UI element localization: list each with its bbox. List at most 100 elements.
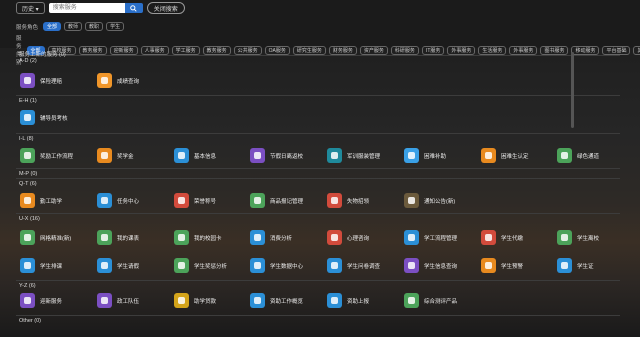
service-item[interactable]: 失物招领 [327,193,369,208]
service-item[interactable]: 学生数据中心 [250,258,303,273]
service-item[interactable]: 学生代缴 [481,230,523,245]
category-chip[interactable]: 迎新服务 [109,45,138,55]
category-chip[interactable]: 研究生服务 [292,45,326,55]
category-chip[interactable]: 图书服务 [540,45,569,55]
service-label: 任务中心 [117,198,140,205]
category-chip[interactable]: 其他服务 [633,45,640,55]
service-item[interactable]: 绿色通道 [557,148,599,163]
service-item[interactable]: 学生离校 [557,230,599,245]
category-chip[interactable]: 教务服务 [202,45,231,55]
service-icon [250,193,265,208]
service-item[interactable]: 学生信息查询 [404,258,457,273]
service-item[interactable]: 迎新服务 [20,293,62,308]
close-search-button[interactable]: 关闭搜索 [146,2,185,14]
category-chip[interactable]: 公共服务 [233,45,262,55]
service-icon [404,258,419,273]
service-item[interactable]: 困难生认定 [481,148,529,163]
scrollbar[interactable] [571,52,574,128]
service-icon [20,193,35,208]
service-item[interactable]: 心理咨询 [327,230,369,245]
group-divider [16,133,620,134]
service-label: 荣誉称号 [194,198,217,205]
category-chip[interactable]: 科研服务 [390,45,419,55]
service-item[interactable]: 我的课表 [97,230,139,245]
service-icon [20,258,35,273]
service-item[interactable]: 助学贷款 [174,293,216,308]
service-icon [20,73,35,88]
category-chip[interactable]: 移动服务 [571,45,600,55]
service-icon [404,193,419,208]
service-item[interactable]: 通知公告(新) [404,193,455,208]
service-item[interactable]: 奖励工作流程 [20,148,73,163]
role-chip[interactable]: 学生 [106,22,125,31]
service-item[interactable]: 综合测评产品 [404,293,457,308]
service-label: 学生预警 [501,263,524,270]
category-chip[interactable]: 外事服务 [447,45,476,55]
service-icon [174,258,189,273]
group-title: E-H (1) [19,98,37,104]
service-item[interactable]: 消费分析 [250,230,292,245]
group-title: Y-Z (6) [19,283,36,289]
category-filter: 服务类别 全部高校服务教务服务迎新服务人事服务学工服务教务服务公共服务OA服务研… [16,34,640,66]
service-item[interactable]: 成绩查询 [97,73,139,88]
history-dropdown[interactable]: 历史 ▾ [16,2,45,14]
service-item[interactable]: 网格精准(新) [20,230,71,245]
service-item[interactable]: 学生请假 [97,258,139,273]
service-item[interactable]: 学生证 [557,258,594,273]
service-label: 节假日离返校 [270,153,304,160]
service-icon [250,230,265,245]
category-chip[interactable]: IT服务 [421,45,445,55]
category-chip[interactable]: 教务服务 [78,45,107,55]
role-chip[interactable]: 教职 [85,22,104,31]
service-item[interactable]: 资助工作概览 [250,293,303,308]
service-item[interactable]: 学生问卷调查 [327,258,380,273]
category-chip[interactable]: 外事服务 [509,45,538,55]
service-item[interactable]: 勤工助学 [20,193,62,208]
service-item[interactable]: 辅导员考核 [20,110,68,125]
role-chip[interactable]: 教师 [64,22,83,31]
category-chip[interactable]: 学工服务 [171,45,200,55]
service-item[interactable]: 学工流程管理 [404,230,457,245]
group-divider [16,55,620,56]
service-item[interactable]: 军训服装管理 [327,148,380,163]
search-input[interactable] [48,3,129,13]
service-label: 政工队伍 [117,298,140,305]
service-item[interactable]: 政工队伍 [97,293,139,308]
category-chip[interactable]: 平台基础 [602,45,631,55]
service-icon [250,148,265,163]
service-item[interactable]: 资助上报 [327,293,369,308]
service-label: 学生请假 [117,263,140,270]
service-icon [557,258,572,273]
category-chip[interactable]: 人事服务 [140,45,169,55]
service-item[interactable]: 节假日离返校 [250,148,303,163]
group-title: M-P (0) [19,171,38,177]
service-label: 奖学金 [117,153,134,160]
search-icon [130,4,137,12]
service-item[interactable]: 困难补助 [404,148,446,163]
service-item[interactable]: 学生预警 [481,258,523,273]
search-button[interactable] [124,3,143,13]
category-chip[interactable]: 生活服务 [478,45,507,55]
service-icon [404,293,419,308]
service-item[interactable]: 基本信息 [174,148,216,163]
service-label: 基本信息 [194,153,217,160]
service-item[interactable]: 奖学金 [97,148,134,163]
role-chip[interactable]: 全部 [43,22,62,31]
service-icon [327,258,342,273]
category-chip[interactable]: OA服务 [264,45,290,55]
service-item[interactable]: 任务中心 [97,193,139,208]
category-chip[interactable]: 财务服务 [328,45,357,55]
group-title: I-L (8) [19,136,34,142]
service-item[interactable]: 商品报记管理 [250,193,303,208]
service-icon [481,258,496,273]
service-item[interactable]: 我的校园卡 [174,230,222,245]
service-item[interactable]: 荣誉称号 [174,193,216,208]
service-item[interactable]: 保险理赔 [20,73,62,88]
service-label: 奖励工作流程 [40,153,74,160]
service-item[interactable]: 学生排课 [20,258,62,273]
service-label: 勤工助学 [40,198,63,205]
service-label: 消费分析 [270,235,293,242]
service-label: 学生证 [577,263,594,270]
category-chip[interactable]: 资产服务 [359,45,388,55]
service-item[interactable]: 学生奖惩分析 [174,258,227,273]
